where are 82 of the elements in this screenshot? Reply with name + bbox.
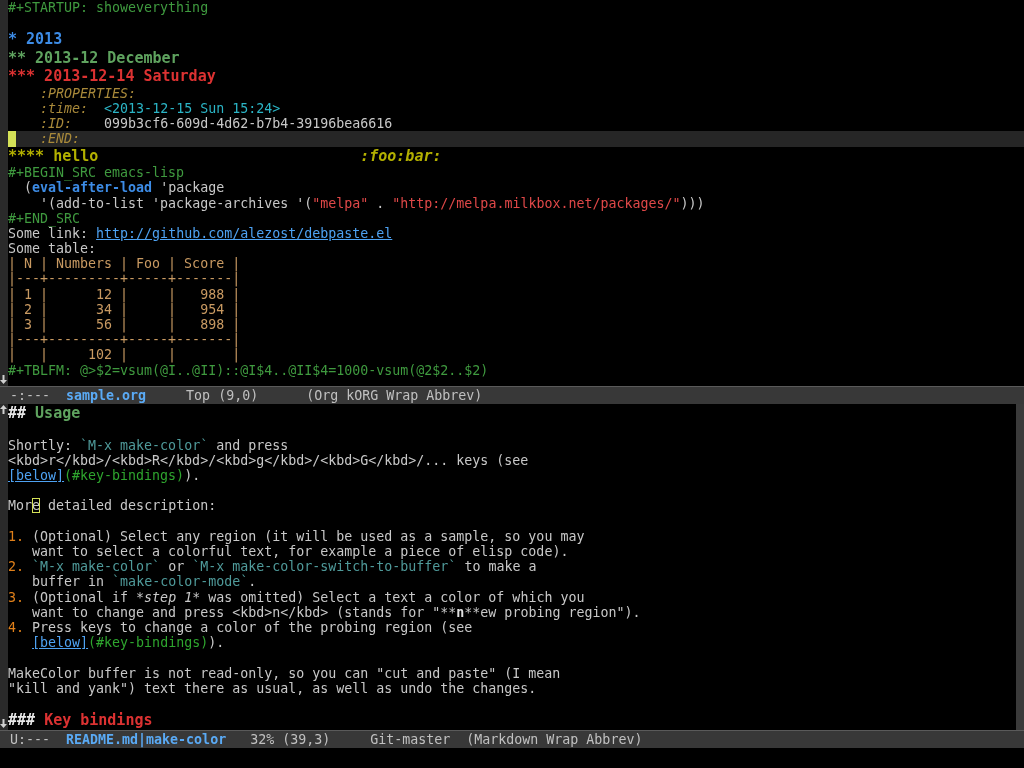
link-target: (#key-bindings) bbox=[64, 468, 185, 484]
heading-text: *** 2013-12-14 Saturday bbox=[8, 67, 216, 86]
body-text: (Optional if * bbox=[32, 589, 145, 605]
table-row: |---+---------+-----+-------| bbox=[8, 271, 241, 287]
body-text: * was omitted) Select a text a color of which you bbox=[192, 589, 585, 605]
body-text: Some table: bbox=[8, 241, 97, 257]
buffer-status: U:--- bbox=[10, 732, 51, 747]
link[interactable]: [below] bbox=[32, 635, 89, 651]
body-text: <kbd>r</kbd>/<kbd>R</kbd>/<kbd>g</kbd>/<kbd>G</kbd>/... keys (see bbox=[8, 452, 529, 468]
heading-marker: ### bbox=[8, 711, 36, 730]
timestamp-text: <2013-12-15 Sun 15:24> bbox=[104, 101, 281, 117]
table-row: | 2 | 34 | | 954 | bbox=[8, 301, 241, 317]
tag-text: :foo:bar: bbox=[360, 146, 442, 165]
body-text: ))) bbox=[680, 195, 705, 211]
table-row: | 3 | 56 | | 898 | bbox=[8, 317, 241, 332]
inline-code: `M-x make-color` bbox=[32, 559, 161, 575]
heading-text: Usage bbox=[35, 404, 81, 422]
inline-code: `M-x make-color` bbox=[80, 437, 209, 453]
string-literal: "melpa" bbox=[312, 195, 369, 211]
property-key: :END: bbox=[40, 131, 81, 147]
body-text: Some link: bbox=[8, 225, 89, 241]
link-target: (#key-bindings) bbox=[88, 635, 209, 651]
list-number: 4. bbox=[8, 619, 24, 635]
body-text: want to select a colorful text, for example a piece of elisp code). bbox=[32, 544, 569, 559]
heading-marker: ## bbox=[8, 404, 27, 422]
heading-text: Key bindings bbox=[44, 711, 153, 730]
link[interactable]: [below] bbox=[8, 468, 65, 484]
property-key: :PROPERTIES: bbox=[40, 85, 137, 101]
body-text: . bbox=[376, 195, 385, 211]
list-number: 3. bbox=[8, 589, 24, 605]
body-text: ). bbox=[208, 635, 225, 651]
mode-list: (Markdown Wrap Abbrev) bbox=[466, 732, 643, 747]
property-key: :time: bbox=[40, 101, 89, 117]
body-text: MakeColor buffer is not read-only, so you can "cut and paste" (I mean bbox=[8, 665, 561, 681]
body-text: detailed description: bbox=[48, 498, 217, 514]
directive-text: #+BEGIN_SRC emacs-lisp bbox=[8, 165, 185, 181]
text-cursor bbox=[8, 131, 16, 147]
table-row: | N | Numbers | Foo | Score | bbox=[8, 256, 241, 272]
property-key: :ID: bbox=[40, 116, 73, 132]
body-text: ( bbox=[24, 180, 33, 196]
body-text: . bbox=[248, 574, 257, 590]
table-row: | | 102 | | | bbox=[8, 347, 241, 363]
buffer-name: sample.org bbox=[66, 388, 148, 403]
buffer-name: README.md|make-color bbox=[66, 732, 227, 747]
body-text: 099b3cf6-609d-4d62-b7b4-39196bea6616 bbox=[104, 116, 393, 132]
body-text: want to change and press <kbd>n</kbd> (stands for "** bbox=[32, 604, 457, 620]
heading-text: **** hello bbox=[8, 146, 99, 165]
buffer-status: -:--- bbox=[10, 388, 51, 403]
string-literal: "http://melpa.milkbox.net/packages/" bbox=[392, 195, 681, 211]
body-text: Mor bbox=[8, 498, 33, 514]
list-number: 1. bbox=[8, 528, 24, 544]
body-text: or bbox=[168, 559, 185, 575]
body-text: 'package bbox=[160, 180, 225, 196]
directive-text: #+TBLFM: @>$2=vsum(@I..@II)::@I$4..@II$4=1000-vsum(@2$2..$2) bbox=[8, 362, 489, 378]
body-text: **ew probing region"). bbox=[464, 604, 641, 620]
vc-branch: Git-master bbox=[370, 732, 451, 747]
cursor-position: 32% (39,3) bbox=[250, 732, 332, 747]
inline-code: `make-color-mode` bbox=[112, 574, 249, 590]
body-text: buffer in bbox=[32, 574, 105, 590]
mode-list: (Org kORG Wrap Abbrev) bbox=[306, 388, 483, 403]
table-row: | 1 | 12 | | 988 | bbox=[8, 286, 241, 302]
body-text: '(add-to-list 'package-archives '( bbox=[40, 195, 313, 211]
body-text: ). bbox=[184, 468, 201, 484]
body-text: "kill and yank") text there as usual, as well as undo the changes. bbox=[8, 680, 537, 696]
bold-text: n bbox=[456, 604, 465, 620]
italic-text: step 1 bbox=[144, 589, 193, 605]
body-text: (Optional) Select any region (it will be used as a sample, so you may bbox=[32, 528, 585, 544]
inline-code: `M-x make-color-switch-to-buffer` bbox=[192, 559, 457, 575]
scroll-bar[interactable] bbox=[1016, 404, 1024, 730]
body-text: Shortly: bbox=[8, 437, 73, 453]
body-text: and press bbox=[216, 437, 289, 453]
body-text: to make a bbox=[464, 559, 537, 575]
directive-text: #+END_SRC bbox=[8, 210, 81, 226]
cursor-position: Top (9,0) bbox=[186, 388, 260, 403]
directive-text: #+STARTUP: showeverything bbox=[8, 0, 209, 15]
link[interactable]: http://github.com/alezost/debpaste.el bbox=[96, 225, 393, 241]
code-keyword: eval-after-load bbox=[32, 180, 153, 196]
table-row: |---+---------+-----+-------| bbox=[8, 332, 241, 348]
list-number: 2. bbox=[8, 559, 24, 575]
heading-text: ** 2013-12 December bbox=[8, 48, 180, 67]
body-text: Press keys to change a color of the probing region (see bbox=[32, 619, 473, 635]
heading-text: * 2013 bbox=[8, 30, 63, 49]
